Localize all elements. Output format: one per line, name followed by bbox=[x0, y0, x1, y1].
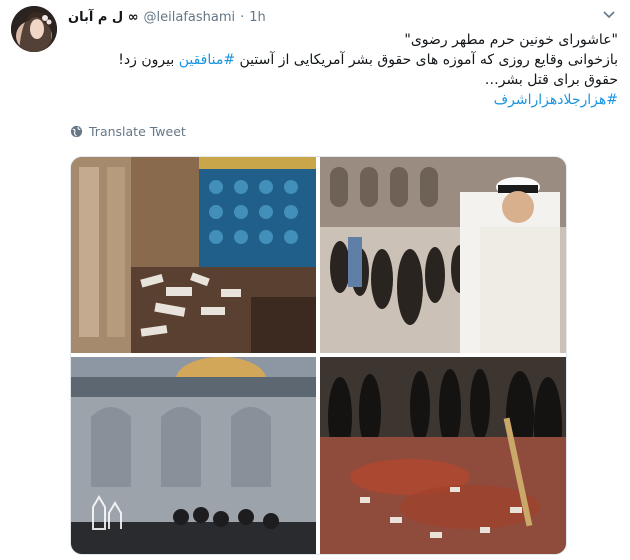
tweet-text: "عاشورای خونین حرم مطهر رضوی" بازخوانی و… bbox=[58, 30, 618, 110]
username[interactable]: @leilafashami bbox=[144, 10, 236, 25]
globe-icon bbox=[70, 125, 83, 138]
tweet-line-3: حقوق برای قتل بشر… bbox=[484, 72, 618, 88]
tweet-line: "عاشورای خونین حرم مطهر رضوی" bbox=[58, 30, 618, 50]
tweet-line-1: "عاشورای خونین حرم مطهر رضوی" bbox=[404, 32, 618, 48]
translate-tweet-link[interactable]: Translate Tweet bbox=[70, 124, 186, 139]
display-name[interactable]: ∞ ل م آبان bbox=[68, 10, 139, 25]
media-grid bbox=[70, 156, 567, 555]
photo-damaged-shrine-interior[interactable] bbox=[71, 157, 316, 353]
tweet-line: بازخوانی وقایع روزی که آموزه های حقوق بش… bbox=[58, 50, 618, 70]
tweet-line-2-start: بازخوانی وقایع روزی که آموزه های حقوق بش… bbox=[235, 52, 618, 68]
photo-bloodied-floor-crowd[interactable] bbox=[320, 357, 566, 554]
hashtag-link[interactable]: #منافقین bbox=[179, 52, 235, 68]
translate-label: Translate Tweet bbox=[89, 124, 186, 139]
timestamp[interactable]: 1h bbox=[249, 10, 266, 25]
photo-crowd-in-courtyard[interactable] bbox=[320, 157, 566, 353]
tweet-header: ∞ ل م آبان @leilafashami · 1h bbox=[68, 8, 266, 26]
photo-smoke-at-shrine-facade[interactable] bbox=[71, 357, 316, 554]
tweet-line: #هزارجلادهزاراشرف bbox=[58, 90, 618, 110]
tweet[interactable]: ∞ ل م آبان @leilafashami · 1h "عاشورای خ… bbox=[0, 0, 630, 560]
chevron-down-icon[interactable] bbox=[602, 10, 616, 20]
separator-dot: · bbox=[240, 9, 245, 25]
hashtag-link[interactable]: #هزارجلادهزاراشرف bbox=[494, 92, 618, 108]
avatar[interactable] bbox=[11, 6, 57, 52]
tweet-line-2-end: بیرون زد! bbox=[118, 52, 179, 68]
tweet-line: حقوق برای قتل بشر… bbox=[58, 70, 618, 90]
